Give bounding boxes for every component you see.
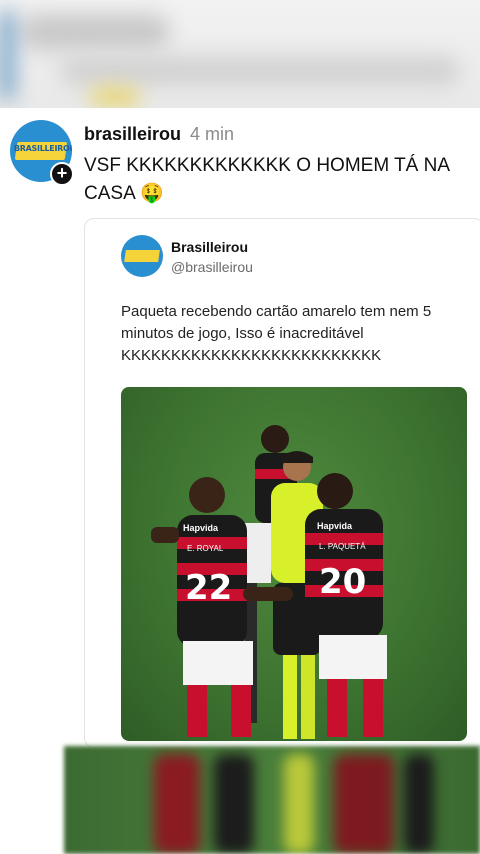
quoted-post-card[interactable]: Brasilleirou @brasilleirou Paqueta receb… [84,218,480,748]
player-right: Hapvida L. PAQUETÁ 20 [305,473,387,737]
match-photo[interactable]: Hapvida E. ROYAL 22 Hapvida L. PAQUETÁ 2… [121,387,467,741]
post-text: VSF KKKKKKKKKKKKK O HOMEM TÁ NA CASA 🤑 [84,155,449,204]
quoted-handle: @brasilleirou [171,259,253,275]
player-right-number: 20 [319,562,366,602]
post-time: 4 min [190,124,235,144]
blurred-footer-background [64,746,480,854]
plus-icon[interactable]: + [50,162,74,186]
player-right-name: L. PAQUETÁ [319,542,366,551]
quoted-avatar[interactable] [121,235,163,277]
bottom-gutter [0,746,64,854]
post-header: brasilleirou 4 min [84,124,234,145]
player-right-sponsor: Hapvida [317,521,353,531]
players-illustration: Hapvida E. ROYAL 22 Hapvida L. PAQUETÁ 2… [151,425,387,739]
post: BRASILLEIROU + brasilleirou 4 min VSF KK… [0,110,480,750]
blurred-header-background [0,0,480,108]
player-left-number: 22 [185,568,232,608]
quoted-text: Paqueta recebendo cartão amarelo tem nem… [121,303,432,364]
avatar-logo-text: BRASILLEIROU [14,144,72,153]
player-left-name: E. ROYAL [187,544,224,553]
quoted-name: Brasilleirou [171,239,249,255]
username[interactable]: brasilleirou [84,124,181,144]
player-left-sponsor: Hapvida [183,523,219,533]
